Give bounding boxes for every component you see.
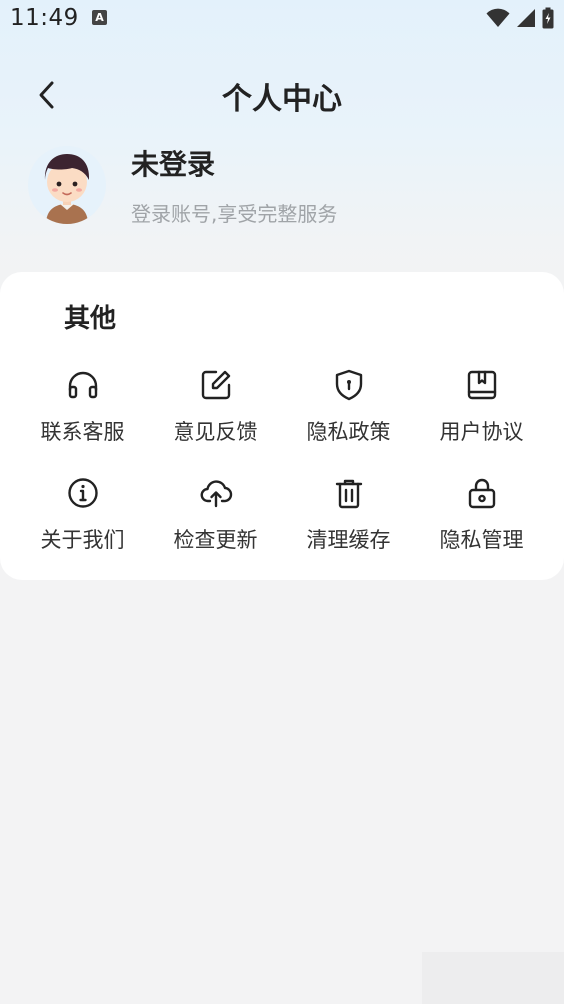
section-title: 其他 <box>64 304 117 334</box>
menu-item-label: 隐私管理 <box>439 528 524 552</box>
about-us-button[interactable]: 关于我们 <box>16 468 149 576</box>
info-icon <box>66 476 100 510</box>
menu-item-label: 用户协议 <box>439 420 524 444</box>
clear-cache-button[interactable]: 清理缓存 <box>282 468 415 576</box>
privacy-policy-button[interactable]: 隐私政策 <box>282 360 415 468</box>
menu-grid: 联系客服 意见反馈 隐私政策 用户协议 关于我们 检查更新 清理缓存 隐私管理 <box>16 360 548 576</box>
signal-icon <box>517 9 535 27</box>
bottom-shade <box>422 952 564 1004</box>
status-time: 11:49 <box>10 5 79 31</box>
customer-service-button[interactable]: 联系客服 <box>16 360 149 468</box>
trash-icon <box>332 476 366 510</box>
battery-icon <box>542 7 554 29</box>
book-icon <box>465 368 499 402</box>
menu-item-label: 清理缓存 <box>306 528 391 552</box>
page-title: 个人中心 <box>222 82 342 117</box>
menu-item-label: 隐私政策 <box>306 420 391 444</box>
menu-item-label: 关于我们 <box>40 528 125 552</box>
feedback-button[interactable]: 意见反馈 <box>149 360 282 468</box>
headphones-icon <box>66 368 100 402</box>
cloud-upload-icon <box>199 476 233 510</box>
shield-icon <box>332 368 366 402</box>
avatar-boy-icon <box>44 154 90 224</box>
status-icons <box>486 7 554 29</box>
lock-icon <box>465 476 499 510</box>
user-agreement-button[interactable]: 用户协议 <box>415 360 548 468</box>
wifi-icon <box>486 8 510 27</box>
menu-item-label: 意见反馈 <box>173 420 258 444</box>
check-update-button[interactable]: 检查更新 <box>149 468 282 576</box>
edit-icon <box>199 368 233 402</box>
menu-item-label: 检查更新 <box>173 528 258 552</box>
user-name[interactable]: 未登录 <box>131 143 215 183</box>
avatar[interactable] <box>28 146 106 224</box>
privacy-management-button[interactable]: 隐私管理 <box>415 468 548 576</box>
menu-item-label: 联系客服 <box>40 420 125 444</box>
status-bar: 11:49 A <box>0 0 564 38</box>
login-hint: 登录账号,享受完整服务 <box>131 202 338 226</box>
notification-icon: A <box>92 10 107 25</box>
